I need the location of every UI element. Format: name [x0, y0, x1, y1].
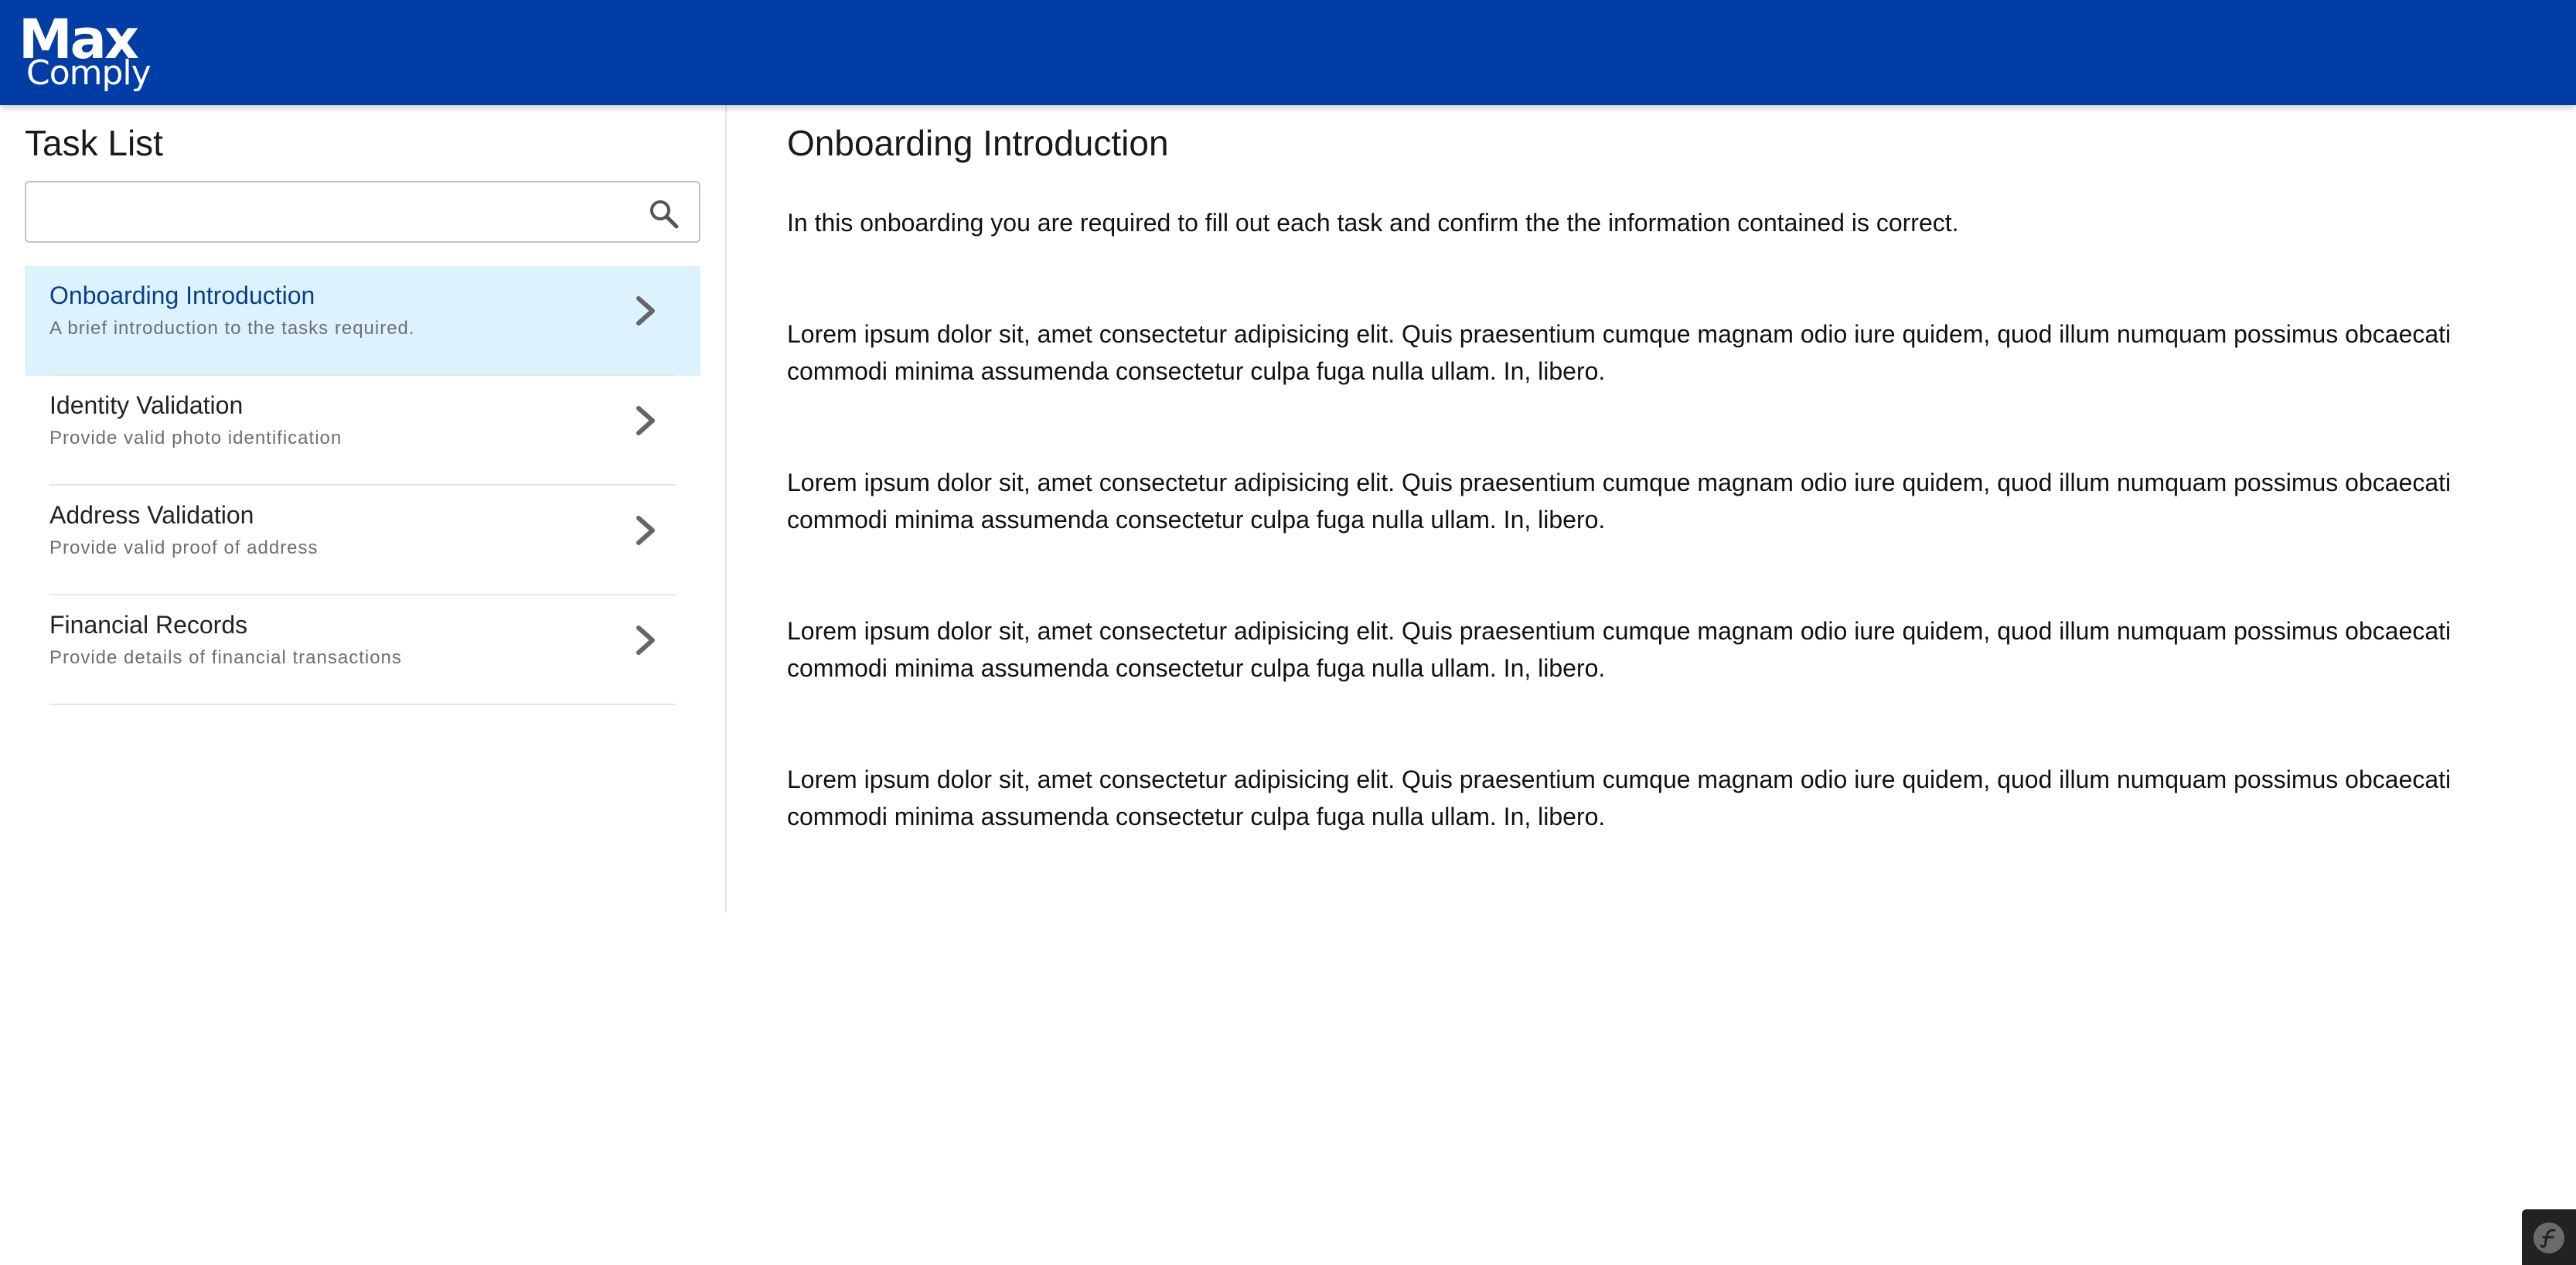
- content-paragraph: Lorem ipsum dolor sit, amet consectetur …: [787, 765, 2452, 830]
- content-paragraph: Lorem ipsum dolor sit, amet consectetur …: [787, 320, 2452, 385]
- task-item-identity-validation[interactable]: Identity Validation Provide valid photo …: [25, 376, 700, 486]
- task-title: Financial Records: [49, 611, 248, 639]
- divider: [49, 704, 676, 705]
- task-list: Onboarding Introduction A brief introduc…: [25, 266, 700, 705]
- chevron-right-icon: [636, 406, 655, 435]
- page-title: Onboarding Introduction: [787, 123, 1169, 163]
- content-paragraph: Lorem ipsum dolor sit, amet consectetur …: [787, 617, 2452, 682]
- task-subtitle: Provide valid proof of address: [49, 537, 319, 558]
- task-title: Address Validation: [49, 501, 254, 529]
- symfony-icon: [2533, 1222, 2564, 1253]
- task-title: Onboarding Introduction: [49, 281, 315, 309]
- sidebar-title: Task List: [25, 123, 163, 163]
- search-input[interactable]: [37, 192, 640, 232]
- task-sidebar: Task List Onboarding Introduction A brie…: [0, 105, 727, 912]
- logo-text-comply: Comply: [26, 53, 152, 93]
- task-title: Identity Validation: [49, 391, 244, 419]
- task-item-onboarding-introduction[interactable]: Onboarding Introduction A brief introduc…: [25, 266, 700, 376]
- chevron-right-icon: [636, 516, 655, 545]
- debug-toolbar-toggle[interactable]: [2522, 1209, 2576, 1265]
- task-subtitle: Provide details of financial transaction…: [49, 647, 402, 668]
- content-paragraph: Lorem ipsum dolor sit, amet consectetur …: [787, 469, 2452, 534]
- chevron-right-icon: [636, 296, 655, 326]
- task-item-address-validation[interactable]: Address Validation Provide valid proof o…: [25, 486, 700, 595]
- task-subtitle: A brief introduction to the tasks requir…: [49, 318, 415, 339]
- task-item-financial-records[interactable]: Financial Records Provide details of fin…: [25, 595, 700, 705]
- intro-paragraph: In this onboarding you are required to f…: [787, 209, 1959, 237]
- task-search: [25, 181, 700, 243]
- top-navbar: Max Comply: [0, 0, 2576, 105]
- search-icon[interactable]: [648, 198, 679, 229]
- maxcomply-logo[interactable]: Max Comply: [19, 12, 158, 93]
- task-subtitle: Provide valid photo identification: [49, 428, 342, 448]
- chevron-right-icon: [636, 626, 655, 655]
